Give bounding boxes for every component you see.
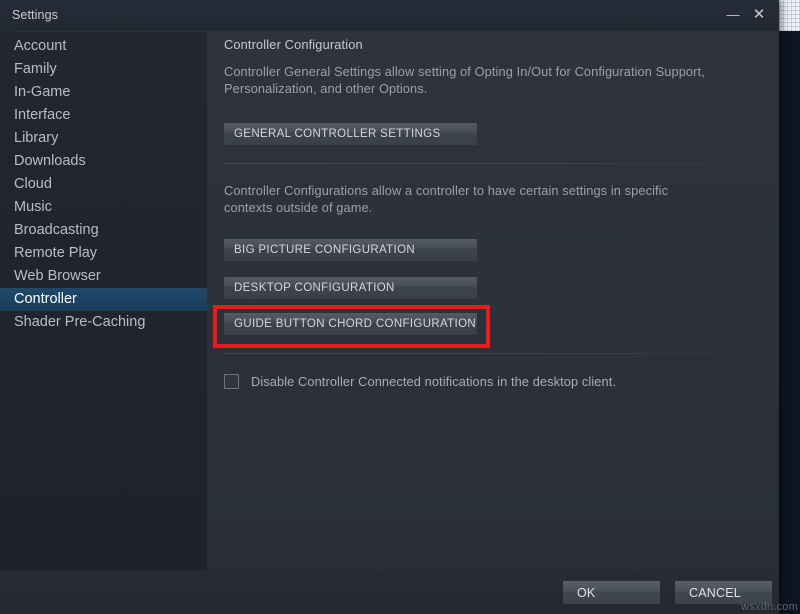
sidebar-item-downloads[interactable]: Downloads: [0, 150, 207, 173]
section-divider-1: [224, 163, 755, 164]
sidebar-item-remote-play[interactable]: Remote Play: [0, 242, 207, 265]
general-settings-description: Controller General Settings allow settin…: [224, 64, 705, 96]
dialog-footer: OK CANCEL: [0, 570, 779, 614]
sidebar-item-shader-pre-caching[interactable]: Shader Pre-Caching: [0, 311, 207, 334]
settings-content-panel: Controller Configuration Controller Gene…: [207, 31, 779, 570]
desktop-configuration-button[interactable]: DESKTOP CONFIGURATION: [224, 277, 477, 299]
sidebar-nav-list: Account Family In-Game Interface Library…: [0, 35, 207, 334]
disable-notifications-label: Disable Controller Connected notificatio…: [251, 374, 617, 389]
ok-button[interactable]: OK: [563, 581, 660, 604]
minimize-icon[interactable]: —: [723, 5, 743, 25]
sidebar-item-account[interactable]: Account: [0, 35, 207, 58]
disable-notifications-checkbox[interactable]: [224, 374, 239, 389]
sidebar-item-broadcasting[interactable]: Broadcasting: [0, 219, 207, 242]
sidebar-item-family[interactable]: Family: [0, 58, 207, 81]
big-picture-configuration-button[interactable]: BIG PICTURE CONFIGURATION: [224, 239, 477, 261]
watermark: wsxdn.com: [741, 601, 798, 613]
sidebar-item-controller[interactable]: Controller: [0, 288, 207, 311]
sidebar-item-in-game[interactable]: In-Game: [0, 81, 207, 104]
page-title: Controller Configuration: [224, 37, 363, 52]
sidebar-item-cloud[interactable]: Cloud: [0, 173, 207, 196]
section-divider-2: [224, 353, 755, 354]
sidebar-item-music[interactable]: Music: [0, 196, 207, 219]
general-controller-settings-button[interactable]: GENERAL CONTROLLER SETTINGS: [224, 123, 477, 145]
controller-configurations-description: Controller Configurations allow a contro…: [224, 183, 669, 215]
disable-notifications-row[interactable]: Disable Controller Connected notificatio…: [224, 374, 616, 389]
window-titlebar: Settings — ✕: [0, 0, 779, 31]
sidebar-item-library[interactable]: Library: [0, 127, 207, 150]
settings-sidebar: Account Family In-Game Interface Library…: [0, 31, 207, 570]
window-title: Settings: [12, 8, 58, 22]
sidebar-divider: [14, 31, 207, 32]
guide-button-chord-configuration-button[interactable]: GUIDE BUTTON CHORD CONFIGURATION: [224, 313, 477, 335]
close-icon[interactable]: ✕: [749, 5, 769, 25]
sidebar-item-web-browser[interactable]: Web Browser: [0, 265, 207, 288]
sidebar-item-interface[interactable]: Interface: [0, 104, 207, 127]
settings-window: Settings — ✕ Account Family In-Game Inte…: [0, 0, 779, 614]
